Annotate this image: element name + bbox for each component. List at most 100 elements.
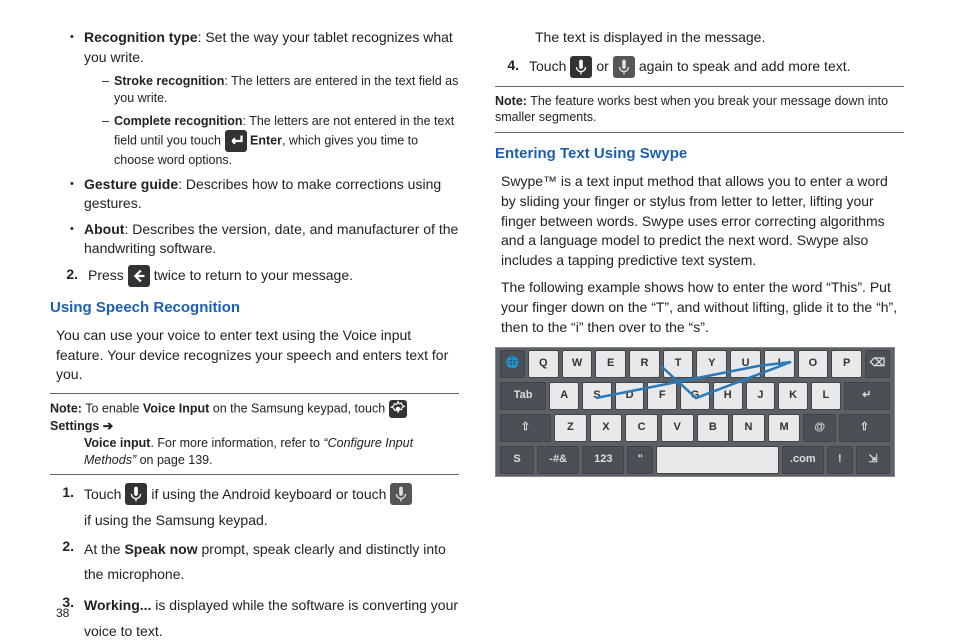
- mic-icon: [613, 56, 635, 78]
- note-voice-input: Note: To enable Voice Input on the Samsu…: [50, 393, 459, 476]
- step-number: 2.: [60, 265, 88, 285]
- bullet-gesture-guide: • Gesture guide: Describes how to make c…: [70, 175, 459, 214]
- t: Voice Input: [143, 401, 209, 415]
- bullet-recognition-type: • Recognition type: Set the way your tab…: [70, 28, 459, 67]
- key-quote: ": [627, 446, 653, 474]
- back-icon: [128, 265, 150, 287]
- label: Recognition type: [84, 29, 198, 45]
- key: J: [746, 382, 776, 410]
- speech-intro: You can use your voice to enter text usi…: [50, 326, 459, 385]
- continued-text: The text is displayed in the message.: [495, 28, 904, 48]
- key-swype: S: [500, 446, 534, 474]
- key-lang: 🌐: [500, 350, 525, 378]
- t: Settings: [50, 419, 99, 433]
- label: Gesture guide: [84, 176, 178, 192]
- t: . For more information, refer to: [150, 436, 323, 450]
- key: B: [697, 414, 730, 442]
- heading-speech-recognition: Using Speech Recognition: [50, 297, 459, 318]
- sub-complete-recognition: – Complete recognition: The letters are …: [102, 113, 459, 169]
- note-segments: Note: The feature works best when you br…: [495, 86, 904, 134]
- step-2-press-back: 2. Press twice to return to your message…: [50, 265, 459, 287]
- note-label: Note:: [50, 401, 82, 415]
- t: The feature works best when you break yo…: [495, 94, 888, 125]
- arrow-icon: ➔: [99, 419, 113, 433]
- enter-label: Enter: [250, 133, 282, 147]
- t: if using the Android keyboard or touch: [151, 485, 386, 505]
- key-com: .com: [782, 446, 824, 474]
- key: R: [629, 350, 660, 378]
- key: G: [680, 382, 710, 410]
- key-tab: Tab: [500, 382, 546, 410]
- t: Touch: [84, 485, 121, 505]
- bullet-about: • About: Describes the version, date, an…: [70, 220, 459, 259]
- t: To enable: [82, 401, 143, 415]
- key-more: ⇲: [856, 446, 890, 474]
- key: P: [831, 350, 862, 378]
- key: C: [625, 414, 658, 442]
- step-number: 1.: [56, 483, 84, 503]
- t: or: [596, 57, 608, 77]
- key: U: [730, 350, 761, 378]
- key: A: [549, 382, 579, 410]
- key-123: 123: [582, 446, 624, 474]
- key-enter: ↵: [844, 382, 890, 410]
- key-space: [656, 446, 778, 474]
- settings-icon: [389, 400, 407, 418]
- mic-icon: [125, 483, 147, 505]
- key: Q: [528, 350, 559, 378]
- key-backspace: ⌫: [865, 350, 890, 378]
- key: Z: [554, 414, 587, 442]
- step-number: 4.: [501, 56, 529, 76]
- key: N: [732, 414, 765, 442]
- key-shift: ⇧: [839, 414, 890, 442]
- heading-swype: Entering Text Using Swype: [495, 143, 904, 164]
- t: Voice input: [84, 436, 150, 450]
- t: Touch: [529, 57, 566, 77]
- step-4-touch-mic-again: 4. Touch or again to speak and add more …: [495, 56, 904, 78]
- t: At the: [84, 541, 124, 557]
- page-number: 38: [56, 605, 69, 622]
- t: if using the Samsung keypad.: [84, 511, 459, 531]
- key: I: [764, 350, 795, 378]
- swype-p1: Swype™ is a text input method that allow…: [495, 172, 904, 270]
- t: on page 139.: [136, 453, 212, 467]
- swype-p2: The following example shows how to enter…: [495, 278, 904, 337]
- left-column: • Recognition type: Set the way your tab…: [50, 28, 459, 612]
- key-excl: !: [827, 446, 853, 474]
- key: E: [595, 350, 626, 378]
- t: Speak now: [124, 541, 197, 557]
- key: L: [811, 382, 841, 410]
- label: Complete recognition: [114, 114, 242, 128]
- key: V: [661, 414, 694, 442]
- key-sym: -#&: [537, 446, 579, 474]
- step-3-working: 3. Working... is displayed while the sof…: [56, 593, 459, 643]
- sub-stroke-recognition: – Stroke recognition: The letters are en…: [102, 73, 459, 107]
- step-2-speak-now: 2. At the Speak now prompt, speak clearl…: [56, 537, 459, 587]
- key: W: [562, 350, 593, 378]
- t: Working...: [84, 597, 151, 613]
- key: D: [615, 382, 645, 410]
- label: About: [84, 221, 124, 237]
- right-column: The text is displayed in the message. 4.…: [495, 28, 904, 612]
- enter-icon: [225, 130, 247, 152]
- t: on the Samsung keypad, touch: [209, 401, 388, 415]
- key-at: @: [803, 414, 836, 442]
- step-1-touch-mic: 1. Touch if using the Android keyboard o…: [56, 483, 459, 531]
- text-post: twice to return to your message.: [154, 266, 353, 286]
- key: M: [768, 414, 801, 442]
- mic-icon: [570, 56, 592, 78]
- key: X: [590, 414, 623, 442]
- key: K: [778, 382, 808, 410]
- key-shift: ⇧: [500, 414, 551, 442]
- step-number: 2.: [56, 537, 84, 557]
- t: again to speak and add more text.: [639, 57, 851, 77]
- mic-icon: [390, 483, 412, 505]
- key: F: [647, 382, 677, 410]
- label: Stroke recognition: [114, 74, 224, 88]
- key: T: [663, 350, 694, 378]
- note-label: Note:: [495, 94, 527, 108]
- key: H: [713, 382, 743, 410]
- swype-keyboard-image: 🌐 Q W E R T Y U I O P ⌫ Tab A S D F G H: [495, 347, 895, 477]
- text: : Describes the version, date, and manuf…: [84, 221, 458, 257]
- key: S: [582, 382, 612, 410]
